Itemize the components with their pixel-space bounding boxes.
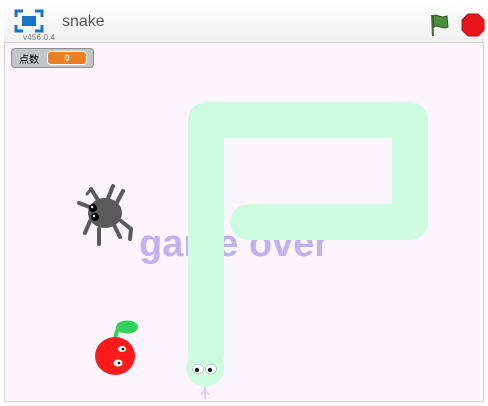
stage[interactable]: game over 点数 0 bbox=[4, 42, 484, 402]
fullscreen-button[interactable] bbox=[14, 9, 44, 33]
variable-value: 0 bbox=[47, 51, 87, 65]
apple-sprite[interactable] bbox=[95, 320, 138, 376]
version-label: v456.0.4 bbox=[23, 33, 56, 42]
player-topbar: snake v456.0.4 bbox=[4, 2, 486, 42]
green-flag-icon bbox=[431, 14, 449, 36]
project-title: snake bbox=[62, 13, 105, 30]
stop-button[interactable] bbox=[460, 12, 486, 38]
spider-sprite[interactable] bbox=[77, 184, 134, 246]
fullscreen-icon bbox=[14, 9, 44, 33]
variable-monitor[interactable]: 点数 0 bbox=[11, 48, 94, 68]
stage-canvas: game over bbox=[77, 102, 428, 399]
variable-name: 点数 bbox=[19, 54, 39, 66]
stop-sign-icon bbox=[461, 13, 485, 37]
green-flag-button[interactable] bbox=[426, 12, 452, 38]
scratch-player: snake v456.0.4 game over 点数 0 bbox=[0, 0, 488, 406]
snake-head-sprite[interactable] bbox=[186, 349, 224, 399]
